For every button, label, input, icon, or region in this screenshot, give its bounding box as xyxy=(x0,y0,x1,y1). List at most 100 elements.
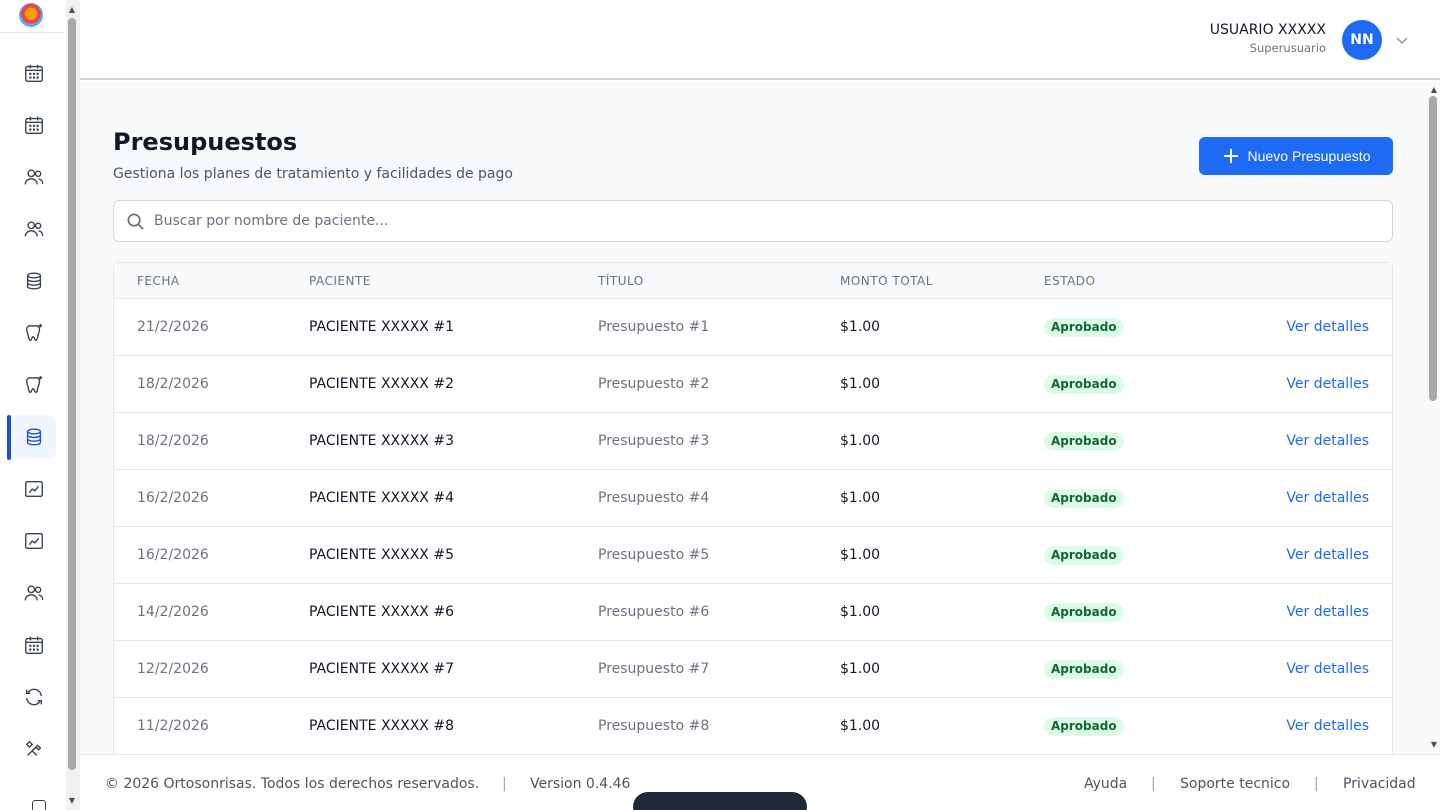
row-date: 21/2/2026 xyxy=(137,319,209,335)
chart-icon xyxy=(25,532,43,550)
row-date: 16/2/2026 xyxy=(137,547,209,563)
users-icon xyxy=(24,221,44,237)
sidebar-divider xyxy=(0,32,64,33)
app-logo[interactable] xyxy=(19,3,43,27)
row-patient: PACIENTE XXXXX #4 xyxy=(309,490,454,506)
row-patient: PACIENTE XXXXX #1 xyxy=(309,319,454,335)
row-title: Presupuesto #1 xyxy=(598,319,710,335)
status-badge: Aprobado xyxy=(1044,546,1124,565)
row-title: Presupuesto #3 xyxy=(598,433,710,449)
refresh-icon xyxy=(25,688,43,706)
copyright-text: © 2026 Ortosonrisas. Todos los derechos … xyxy=(105,776,480,792)
row-patient: PACIENTE XXXXX #5 xyxy=(309,547,454,563)
search-input[interactable] xyxy=(154,201,1384,241)
sidebar-scroll-up-icon[interactable]: ▲ xyxy=(66,4,78,16)
row-amount: $1.00 xyxy=(840,661,881,677)
avatar[interactable]: NN xyxy=(1342,20,1382,60)
main-scroll-up-icon[interactable]: ▲ xyxy=(1428,84,1440,96)
sidebar-item[interactable] xyxy=(12,623,56,667)
row-title: Presupuesto #7 xyxy=(598,661,710,677)
table-row: 18/2/2026 PACIENTE XXXXX #2 Presupuesto #2… xyxy=(114,356,1392,413)
column-header-amount: MONTO TOTAL xyxy=(840,274,933,288)
sidebar-item[interactable] xyxy=(12,467,56,511)
sidebar-item[interactable] xyxy=(12,415,56,459)
row-patient: PACIENTE XXXXX #8 xyxy=(309,718,454,734)
view-details-link[interactable]: Ver detalles xyxy=(1286,604,1369,620)
row-amount: $1.00 xyxy=(840,547,881,563)
calendar-icon xyxy=(25,64,43,82)
footer-link-support[interactable]: Soporte tecnico xyxy=(1180,776,1290,792)
row-patient: PACIENTE XXXXX #6 xyxy=(309,604,454,620)
column-header-patient: PACIENTE xyxy=(309,274,371,288)
row-patient: PACIENTE XXXXX #7 xyxy=(309,661,454,677)
table-row: 21/2/2026 PACIENTE XXXXX #1 Presupuesto #1… xyxy=(114,299,1392,356)
sidebar-item[interactable] xyxy=(12,363,56,407)
page-subtitle: Gestiona los planes de tratamiento y fac… xyxy=(113,166,513,182)
new-budget-button[interactable]: Nuevo Presupuesto xyxy=(1199,137,1393,175)
floating-dock[interactable] xyxy=(633,792,807,810)
sidebar-item[interactable] xyxy=(12,675,56,719)
main-content: Presupuestos Gestiona los planes de trat… xyxy=(80,82,1426,754)
row-title: Presupuesto #8 xyxy=(598,718,710,734)
status-badge: Aprobado xyxy=(1044,375,1124,394)
row-date: 18/2/2026 xyxy=(137,433,209,449)
row-amount: $1.00 xyxy=(840,718,881,734)
table-header: FECHA PACIENTE TÍTULO MONTO TOTAL ESTADO xyxy=(114,263,1392,299)
status-badge: Aprobado xyxy=(1044,603,1124,622)
page-title: Presupuestos xyxy=(113,128,298,156)
tooth-sparkle-icon xyxy=(25,323,43,342)
sidebar-scrollbar-thumb[interactable] xyxy=(68,18,76,770)
row-title: Presupuesto #4 xyxy=(598,490,710,506)
user-role: Superusuario xyxy=(1249,41,1326,55)
column-header-title: TÍTULO xyxy=(598,274,644,288)
main-scrollbar-thumb[interactable] xyxy=(1429,96,1437,401)
sidebar-item[interactable] xyxy=(12,207,56,251)
status-badge: Aprobado xyxy=(1044,489,1124,508)
sidebar-item[interactable] xyxy=(12,727,56,771)
row-title: Presupuesto #2 xyxy=(598,376,710,392)
row-patient: PACIENTE XXXXX #2 xyxy=(309,376,454,392)
main-scroll-down-icon[interactable]: ▼ xyxy=(1428,739,1440,751)
row-amount: $1.00 xyxy=(840,490,881,506)
sidebar xyxy=(0,0,64,810)
sidebar-item[interactable] xyxy=(12,259,56,303)
footer-link-help[interactable]: Ayuda xyxy=(1084,776,1127,792)
row-amount: $1.00 xyxy=(840,376,881,392)
sidebar-item[interactable] xyxy=(12,519,56,563)
view-details-link[interactable]: Ver detalles xyxy=(1286,433,1369,449)
coins-icon xyxy=(26,428,42,446)
row-date: 12/2/2026 xyxy=(137,661,209,677)
view-details-link[interactable]: Ver detalles xyxy=(1286,376,1369,392)
view-details-link[interactable]: Ver detalles xyxy=(1286,661,1369,677)
chevron-down-icon[interactable] xyxy=(1394,32,1410,48)
view-details-link[interactable]: Ver detalles xyxy=(1286,547,1369,563)
table-row: 12/2/2026 PACIENTE XXXXX #7 Presupuesto #7… xyxy=(114,641,1392,698)
row-date: 14/2/2026 xyxy=(137,604,209,620)
row-amount: $1.00 xyxy=(840,604,881,620)
column-header-date: FECHA xyxy=(137,274,180,288)
sidebar-scroll-down-icon[interactable]: ▼ xyxy=(66,795,78,807)
view-details-link[interactable]: Ver detalles xyxy=(1286,319,1369,335)
budgets-table: FECHA PACIENTE TÍTULO MONTO TOTAL ESTADO… xyxy=(113,262,1393,754)
view-details-link[interactable]: Ver detalles xyxy=(1286,718,1369,734)
footer-link-privacy[interactable]: Privacidad xyxy=(1343,776,1416,792)
sidebar-item[interactable] xyxy=(12,103,56,147)
row-amount: $1.00 xyxy=(840,433,881,449)
row-title: Presupuesto #6 xyxy=(598,604,710,620)
status-badge: Aprobado xyxy=(1044,717,1124,736)
row-date: 11/2/2026 xyxy=(137,718,209,734)
column-header-status: ESTADO xyxy=(1044,274,1096,288)
sidebar-item[interactable] xyxy=(12,571,56,615)
coins-icon xyxy=(26,272,42,290)
new-budget-label: Nuevo Presupuesto xyxy=(1247,148,1371,164)
version-text: Version 0.4.46 xyxy=(530,776,631,792)
users-icon xyxy=(24,585,44,601)
sidebar-item[interactable] xyxy=(12,311,56,355)
search-box xyxy=(113,200,1393,242)
row-date: 18/2/2026 xyxy=(137,376,209,392)
top-header: USUARIO XXXXX Superusuario xyxy=(80,0,1440,80)
sidebar-item[interactable] xyxy=(12,51,56,95)
view-details-link[interactable]: Ver detalles xyxy=(1286,490,1369,506)
table-row: 16/2/2026 PACIENTE XXXXX #5 Presupuesto #5… xyxy=(114,527,1392,584)
sidebar-item[interactable] xyxy=(12,155,56,199)
